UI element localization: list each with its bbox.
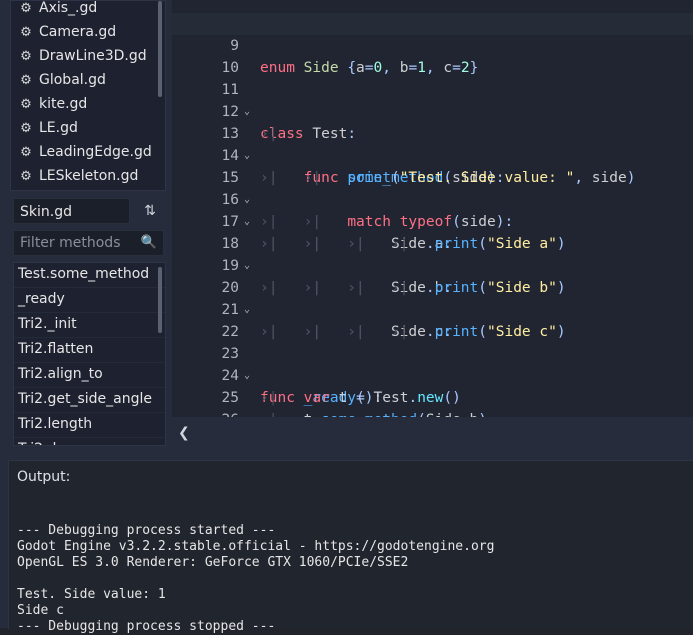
method-item[interactable]: Tri2._init: [14, 313, 165, 338]
method-list: Test.some_method _ready Tri2._init Tri2.…: [13, 262, 166, 446]
editor-status-bar: ❮: [172, 417, 693, 452]
file-item[interactable]: ⚙ Camera.gd: [11, 20, 165, 44]
code-line: 20 ⌄ ›| ›| ›| Side.c:: [221, 280, 453, 340]
file-item[interactable]: ⚙ DrawLine3D.gd: [11, 44, 165, 68]
code-line: 17 ›| ›| ›| ›| print("Side a"): [221, 214, 566, 252]
output-log: --- Debugging process started --- Godot …: [17, 523, 495, 634]
code-line: 21 ›| ›| ›| ›| print("Side c"): [221, 302, 566, 340]
code-line: 12 ›|: [221, 104, 278, 142]
code-line: 26: [172, 387, 693, 417]
method-list-scrollbar[interactable]: [158, 267, 162, 333]
method-item[interactable]: Tri2.draw: [14, 438, 165, 445]
file-item[interactable]: ⚙ kite.gd: [11, 92, 165, 116]
output-panel-frame: Output: --- Debugging process started --…: [8, 460, 693, 634]
file-item[interactable]: ⚙ LESkeleton.gd: [11, 164, 165, 188]
code-line: 14 ›| ›| print("Test. Side value: ", sid…: [221, 148, 636, 186]
code-line: 27: [172, 409, 693, 417]
code-line: 13 ⌄ ›| func some_method(side):: [221, 126, 505, 186]
code-line: 16 ⌄ ›| ›| ›| Side.a:: [221, 192, 453, 252]
output-panel: Output: --- Debugging process started --…: [0, 452, 693, 634]
method-item[interactable]: Tri2.get_side_angle: [14, 388, 165, 413]
code-line: 11 ⌄ class Test:: [221, 82, 357, 142]
method-item[interactable]: Tri2.align_to: [14, 363, 165, 388]
file-list-scrollbar[interactable]: [158, 1, 162, 97]
code-editor[interactable]: 8 9 enum Side {a=0, b=1, c=2} 10 11 ⌄ cl…: [172, 0, 693, 417]
gear-icon: ⚙: [20, 49, 32, 64]
code-line: 15 ⌄ ›| ›| match typeof(side):: [221, 170, 514, 230]
gear-icon: ⚙: [20, 73, 32, 88]
method-item[interactable]: Tri2.length: [14, 413, 165, 438]
gear-icon: ⚙: [20, 97, 32, 112]
sort-icon[interactable]: ⇅: [140, 199, 160, 223]
filter-placeholder: Filter methods: [20, 235, 121, 251]
script-file-list: ⚙ Axis_.gd ⚙ Camera.gd ⚙ DrawLine3D.gd ⚙ Glo…: [10, 0, 166, 191]
file-item[interactable]: ⚙ Axis_.gd: [11, 1, 165, 20]
current-script-name: Skin.gd: [13, 198, 130, 224]
method-item[interactable]: Test.some_method: [14, 263, 165, 288]
code-line: 24 ›| var t = Test.new(): [221, 368, 461, 406]
filter-methods-input[interactable]: Filter methods 🔍: [13, 230, 164, 256]
gear-icon: ⚙: [20, 121, 32, 136]
code-line: 25 ›| t.some_method(Side.b): [221, 390, 487, 417]
file-item[interactable]: ⚙ LE.gd: [11, 116, 165, 140]
code-line: 22: [221, 324, 239, 340]
gear-icon: ⚙: [20, 25, 32, 40]
code-line: 10: [221, 60, 239, 76]
search-icon: 🔍: [140, 235, 157, 250]
gear-icon: ⚙: [20, 1, 32, 16]
code-line: 18 ⌄ ›| ›| ›| Side.b:: [221, 236, 453, 296]
code-line: 23 ⌄ func _ready():: [221, 346, 383, 406]
code-line: 19 ›| ›| ›| ›| print("Side b"): [221, 258, 566, 296]
chevron-left-icon[interactable]: ❮: [178, 425, 190, 441]
left-dock: ⚙ Axis_.gd ⚙ Camera.gd ⚙ DrawLine3D.gd ⚙ Glo…: [0, 0, 172, 452]
gear-icon: ⚙: [20, 145, 32, 160]
method-item[interactable]: _ready: [14, 288, 165, 313]
gear-icon: ⚙: [20, 169, 32, 184]
file-item[interactable]: ⚙ LeadingEdge.gd: [11, 140, 165, 164]
output-label: Output:: [17, 469, 71, 485]
code-line-current: 9 enum Side {a=0, b=1, c=2}: [172, 13, 693, 76]
file-item[interactable]: ⚙ Global.gd: [11, 68, 165, 92]
method-item[interactable]: Tri2.flatten: [14, 338, 165, 363]
